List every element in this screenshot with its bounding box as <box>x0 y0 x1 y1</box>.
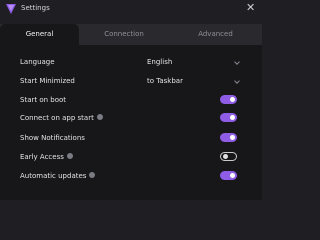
start-on-boot-label: Start on boot <box>20 96 67 104</box>
chevron-down-icon[interactable] <box>234 59 240 65</box>
automatic-updates-label: Automatic updates <box>20 172 87 180</box>
connect-on-app-start-label-wrap: Connect on app start <box>20 112 103 124</box>
language-label: Language <box>20 58 55 66</box>
toggle-knob <box>223 154 228 159</box>
title-bar: Settings ✕ <box>0 0 262 18</box>
chevron-down-icon[interactable] <box>234 78 240 84</box>
tab-general[interactable]: General <box>0 24 79 45</box>
start-minimized-label: Start Minimized <box>20 77 75 85</box>
tab-advanced[interactable]: Advanced <box>169 24 262 45</box>
connect-on-app-start-row: Connect on app start <box>0 112 262 124</box>
early-access-row: Early Access <box>0 151 262 163</box>
show-notifications-row: Show Notifications <box>0 132 262 144</box>
automatic-updates-row: Automatic updates <box>0 170 262 182</box>
start-on-boot-row: Start on boot <box>0 94 262 106</box>
automatic-updates-toggle[interactable] <box>220 171 237 180</box>
toggle-knob <box>230 135 235 140</box>
info-icon[interactable] <box>66 153 73 159</box>
start-minimized-row: Start Minimized to Taskbar <box>0 75 262 87</box>
settings-panel: Language English Start Minimized to Task… <box>0 45 262 200</box>
show-notifications-label: Show Notifications <box>20 134 85 142</box>
app-logo-icon <box>6 4 16 14</box>
language-row: Language English <box>0 56 262 68</box>
show-notifications-toggle[interactable] <box>220 133 237 142</box>
toggle-knob <box>230 115 235 120</box>
connect-on-app-start-toggle[interactable] <box>220 113 237 122</box>
window-title: Settings <box>21 4 50 12</box>
tab-bar: General Connection Advanced <box>0 24 262 45</box>
toggle-knob <box>230 97 235 102</box>
close-icon[interactable]: ✕ <box>246 1 255 15</box>
info-icon[interactable] <box>96 114 103 120</box>
start-minimized-select[interactable]: to Taskbar <box>147 75 183 87</box>
early-access-label-wrap: Early Access <box>20 151 73 163</box>
connect-on-app-start-label: Connect on app start <box>20 114 94 122</box>
tab-connection[interactable]: Connection <box>79 24 169 45</box>
toggle-knob <box>230 173 235 178</box>
start-on-boot-toggle[interactable] <box>220 95 237 104</box>
early-access-label: Early Access <box>20 153 64 161</box>
language-select[interactable]: English <box>147 56 172 68</box>
info-icon[interactable] <box>89 172 96 178</box>
early-access-toggle[interactable] <box>220 152 237 161</box>
automatic-updates-label-wrap: Automatic updates <box>20 170 96 182</box>
